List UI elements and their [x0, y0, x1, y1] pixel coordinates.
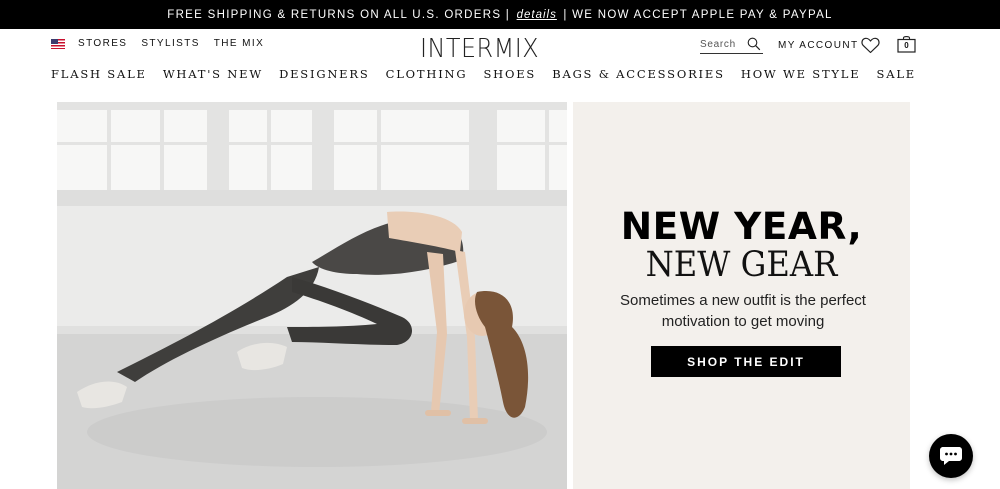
hero-subheadline: NEW GEAR [645, 245, 838, 285]
hero-headline: NEW YEAR, [620, 204, 863, 248]
stylists-link[interactable]: STYLISTS [141, 38, 199, 49]
us-flag-icon[interactable] [51, 38, 65, 49]
my-account-link[interactable]: MY ACCOUNT [778, 40, 859, 51]
nav-flash-sale[interactable]: FLASH SALE [51, 67, 147, 81]
nav-whats-new[interactable]: WHAT'S NEW [163, 67, 263, 81]
stores-link[interactable]: STORES [78, 38, 127, 49]
nav-clothing[interactable]: CLOTHING [386, 67, 468, 81]
promo-bar: FREE SHIPPING & RETURNS ON ALL U.S. ORDE… [0, 0, 1000, 29]
the-mix-link[interactable]: THE MIX [214, 38, 264, 49]
nav-how-we-style[interactable]: HOW WE STYLE [741, 67, 861, 81]
hero-tagline: Sometimes a new outfit is the perfect mo… [620, 292, 866, 330]
shop-the-edit-button[interactable]: SHOP THE EDIT [651, 346, 841, 377]
bag-count: 0 [904, 41, 909, 50]
promo-text: FREE SHIPPING & RETURNS ON ALL U.S. ORDE… [167, 8, 511, 21]
search-box [700, 36, 763, 54]
nav-shoes[interactable]: SHOES [484, 67, 537, 81]
search-icon[interactable] [747, 37, 761, 51]
search-input[interactable] [700, 39, 742, 50]
heart-icon[interactable] [861, 37, 880, 54]
intermix-logo[interactable]: INTERMIX [420, 34, 539, 64]
chat-bubble-icon [940, 447, 962, 465]
promo-details-link[interactable]: details [517, 9, 557, 21]
hero-photo[interactable] [57, 102, 567, 489]
nav-bags-accessories[interactable]: BAGS & ACCESSORIES [552, 67, 725, 81]
nav-designers[interactable]: DESIGNERS [279, 67, 369, 81]
promo-payment-text: | WE NOW ACCEPT APPLE PAY & PAYPAL [563, 8, 833, 21]
utility-nav: STORES STYLISTS THE MIX [51, 38, 278, 49]
main-nav: FLASH SALE WHAT'S NEW DESIGNERS CLOTHING… [51, 67, 916, 81]
workout-illustration [57, 102, 567, 489]
nav-sale[interactable]: SALE [877, 67, 916, 81]
chat-button[interactable] [929, 434, 973, 478]
shopping-bag-button[interactable]: 0 [897, 36, 916, 53]
hero-panel: NEW YEAR, NEW GEAR Sometimes a new outfi… [573, 102, 910, 489]
